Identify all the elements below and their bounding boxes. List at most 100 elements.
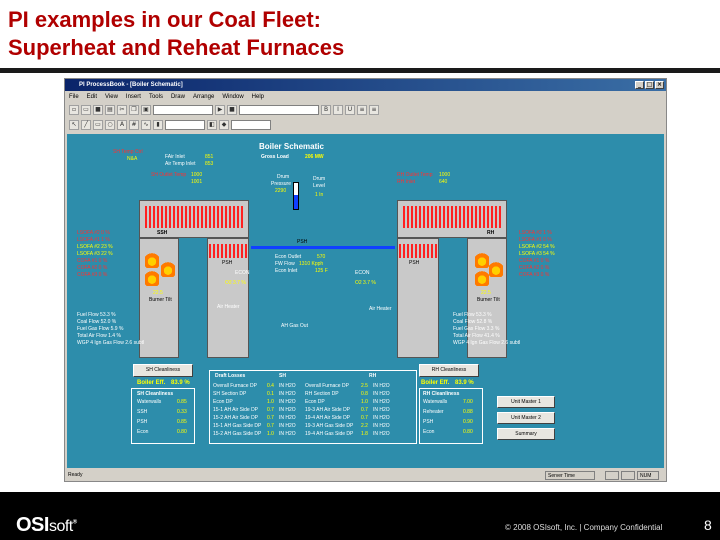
psh-right-label: PSH: [409, 260, 420, 266]
left-list-4: COFA #1 0 %: [77, 258, 108, 264]
right-list-4: COFA #1 0 %: [519, 258, 550, 264]
econ-inlet-value: 125 F: [315, 268, 328, 274]
close-icon[interactable]: ×: [655, 81, 664, 89]
draft-left-3-value: 0.7: [267, 407, 274, 413]
burner-left-label: Burner Tilt: [149, 297, 172, 303]
sh-outlet-value: 1000: [191, 172, 203, 178]
rh-clean-row-2-value: 0.90: [463, 419, 473, 425]
menu-tools[interactable]: Tools: [149, 92, 163, 102]
text-icon[interactable]: A: [117, 120, 127, 130]
menu-draw[interactable]: Draw: [171, 92, 185, 102]
underline-icon[interactable]: U: [345, 105, 355, 115]
footer-bar: [0, 492, 720, 540]
menu-arrange[interactable]: Arrange: [193, 92, 214, 102]
pointer-icon[interactable]: ↖: [69, 120, 79, 130]
unit-master-1-button[interactable]: Unit Master 1: [497, 396, 555, 408]
psh-center-label: PSH: [297, 239, 308, 245]
zoom-combo[interactable]: [153, 105, 213, 115]
rh-inlet-value: 640: [439, 179, 448, 185]
rh-clean-row-1-value: 0.88: [463, 409, 473, 415]
left-fuel-2: Fuel Gas Flow 5.9 %: [77, 326, 124, 332]
draft-rh-label: RH: [369, 373, 377, 379]
drum-level-gauge: [293, 182, 299, 210]
menu-file[interactable]: File: [69, 92, 79, 102]
ph-air-label: Air Temp Inlet: [165, 161, 196, 167]
fill-icon[interactable]: ◧: [207, 120, 217, 130]
draft-left-4-unit: IN H2O: [279, 415, 296, 421]
color-combo[interactable]: [231, 120, 271, 130]
sh-outlet-label: SH Outlet Temp: [151, 172, 187, 178]
color-icon[interactable]: ◆: [219, 120, 229, 130]
sh-cleanliness-button[interactable]: SH Cleanliness: [133, 364, 193, 377]
font-combo[interactable]: [239, 105, 319, 115]
left-fuel-3: Total Air Flow 1.4 %: [77, 333, 121, 339]
sh-temp-value: N&A: [127, 156, 138, 162]
minimize-icon[interactable]: _: [635, 81, 644, 89]
draft-left-6-value: 1.0: [267, 431, 274, 437]
menu-edit[interactable]: Edit: [87, 92, 97, 102]
draft-right-4-label: 19-4 AH Air Side DP: [305, 415, 351, 421]
menu-window[interactable]: Window: [222, 92, 243, 102]
title-line-1: PI examples in our Coal Fleet:: [8, 7, 321, 32]
rh-clean-row-1-label: Reheater: [423, 409, 444, 415]
open-icon[interactable]: ▭: [81, 105, 91, 115]
save-icon[interactable]: ■: [93, 105, 103, 115]
slide: PI examples in our Coal Fleet: Superheat…: [0, 0, 720, 540]
sh-clean-row-0-label: Waterwalls: [137, 399, 162, 405]
ellipse-icon[interactable]: ○: [105, 120, 115, 130]
draft-right-6-value: 1.8: [361, 431, 368, 437]
draft-left-1-value: 0.1: [267, 391, 274, 397]
draft-left-5-unit: IN H2O: [279, 423, 296, 429]
title-divider: [0, 68, 720, 73]
draft-right-5-label: 19-3 AH Gas Side DP: [305, 423, 354, 429]
rectangle-icon[interactable]: ▭: [93, 120, 103, 130]
draft-sh-label: SH: [279, 373, 286, 379]
unit-master-2-button[interactable]: Unit Master 2: [497, 412, 555, 424]
trend-icon[interactable]: ∿: [141, 120, 151, 130]
align-left-icon[interactable]: ≡: [357, 105, 367, 115]
ssh-coil: [145, 206, 243, 228]
drum-level-label-2: Level: [313, 183, 325, 189]
status-ready: Ready: [68, 472, 83, 478]
toolbar-drawing: ↖ ╱ ▭ ○ A # ∿ ▮ ◧ ◆: [67, 118, 664, 132]
copy-icon[interactable]: ❐: [129, 105, 139, 115]
status-server-time: Server Time: [545, 471, 595, 480]
drum-pressure-label: Pressure: [271, 181, 292, 187]
rh-cleanliness-button[interactable]: RH Cleanliness: [419, 364, 479, 377]
page-number: 8: [704, 517, 712, 533]
draft-left-3-label: 15-1 AH Air Side DP: [213, 407, 259, 413]
bar-icon[interactable]: ▮: [153, 120, 163, 130]
value-icon[interactable]: #: [129, 120, 139, 130]
draft-left-6-unit: IN H2O: [279, 431, 296, 437]
print-icon[interactable]: ▤: [105, 105, 115, 115]
flow-air-label: FAir Inlet: [165, 154, 185, 160]
maximize-icon[interactable]: □: [645, 81, 654, 89]
paste-icon[interactable]: ▣: [141, 105, 151, 115]
psh-coil-right: [399, 244, 437, 258]
rh-outlet-value: 1000: [439, 172, 451, 178]
right-fuel-1: Coal Flow 52.8 %: [453, 319, 493, 325]
rh-label: RH: [487, 230, 495, 236]
line-icon[interactable]: ╱: [81, 120, 91, 130]
align-center-icon[interactable]: ≡: [369, 105, 379, 115]
summary-button[interactable]: Summary: [497, 428, 555, 440]
window-controls: _ □ ×: [635, 81, 664, 89]
menu-view[interactable]: View: [105, 92, 118, 102]
stop-icon[interactable]: ■: [227, 105, 237, 115]
draft-left-1-label: SH Section DP: [213, 391, 247, 397]
logo-main: OSI: [16, 514, 49, 536]
draft-right-3-label: 19-3 AH Air Side DP: [305, 407, 351, 413]
menu-help[interactable]: Help: [252, 92, 264, 102]
italic-icon[interactable]: I: [333, 105, 343, 115]
bold-icon[interactable]: B: [321, 105, 331, 115]
draft-left-4-label: 15-2 AH Air Side DP: [213, 415, 259, 421]
draft-right-0-label: Overall Furnace DP: [305, 383, 349, 389]
cut-icon[interactable]: ✂: [117, 105, 127, 115]
menu-insert[interactable]: Insert: [126, 92, 141, 102]
draft-left-2-value: 1.0: [267, 399, 274, 405]
play-icon[interactable]: ▶: [215, 105, 225, 115]
line-style-combo[interactable]: [165, 120, 205, 130]
econ-outlet-label: Econ Outlet: [275, 254, 302, 260]
air-heater-right: Air Heater: [369, 306, 392, 312]
new-icon[interactable]: ▫: [69, 105, 79, 115]
